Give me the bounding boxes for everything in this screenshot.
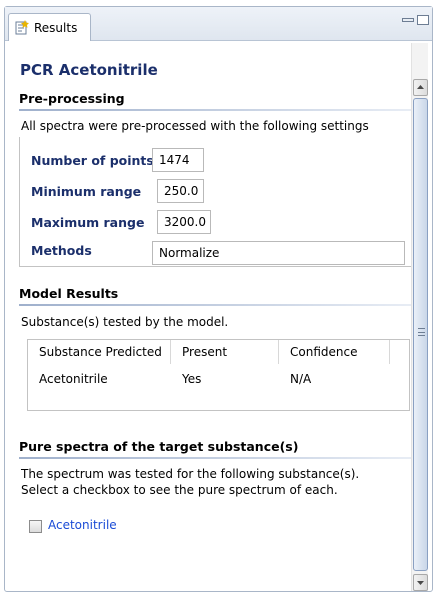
scrollbar-thumb[interactable] [413, 98, 428, 571]
model-results-table: Substance Predicted Present Confidence A… [27, 339, 410, 411]
tab-results-label: Results [34, 20, 78, 35]
acetonitrile-checkbox[interactable] [29, 520, 42, 533]
model-results-rule [19, 304, 414, 306]
vertical-scrollbar[interactable] [411, 43, 428, 591]
grip-icon [418, 328, 425, 336]
maximize-button[interactable] [417, 15, 429, 25]
model-results-heading: Model Results [19, 286, 119, 301]
pure-spectra-rule [19, 457, 414, 459]
table-cell-confidence: N/A [290, 372, 312, 386]
column-header-confidence[interactable]: Confidence [279, 340, 389, 364]
minimize-button[interactable] [402, 18, 414, 22]
param-label-number-of-points: Number of points [31, 153, 154, 168]
param-value-number-of-points: 1474 [152, 148, 204, 172]
preprocessing-description: All spectra were pre-processed with the … [21, 119, 369, 133]
param-value-methods: Normalize [152, 241, 405, 265]
param-label-methods: Methods [31, 243, 92, 258]
results-icon [15, 20, 29, 35]
column-header-present[interactable]: Present [171, 340, 278, 364]
model-results-description: Substance(s) tested by the model. [21, 315, 229, 329]
pure-spectra-line1: The spectrum was tested for the followin… [21, 467, 360, 481]
pure-spectra-heading: Pure spectra of the target substance(s) [19, 439, 299, 454]
view-tabbar: Results [5, 7, 432, 41]
report-title: PCR Acetonitrile [20, 61, 158, 79]
results-content: PCR Acetonitrile Pre-processing All spec… [9, 43, 414, 591]
param-value-maximum-range: 3200.0 [157, 210, 211, 234]
pure-spectra-line2: Select a checkbox to see the pure spectr… [21, 483, 338, 497]
column-divider[interactable] [389, 340, 390, 364]
param-label-minimum-range: Minimum range [31, 184, 142, 199]
table-cell-substance: Acetonitrile [39, 372, 108, 386]
results-view: Results PCR Acetonitrile Pre-processing … [4, 6, 433, 592]
tab-results[interactable]: Results [8, 13, 91, 41]
table-cell-present: Yes [182, 372, 202, 386]
preprocessing-rule [19, 109, 414, 111]
scroll-down-button[interactable] [413, 574, 428, 591]
param-value-minimum-range: 250.0 [157, 179, 204, 203]
param-label-maximum-range: Maximum range [31, 215, 145, 230]
preprocessing-heading: Pre-processing [19, 91, 125, 106]
acetonitrile-checkbox-label[interactable]: Acetonitrile [48, 518, 117, 532]
column-header-substance-predicted[interactable]: Substance Predicted [28, 340, 170, 364]
scroll-up-button[interactable] [413, 79, 428, 96]
